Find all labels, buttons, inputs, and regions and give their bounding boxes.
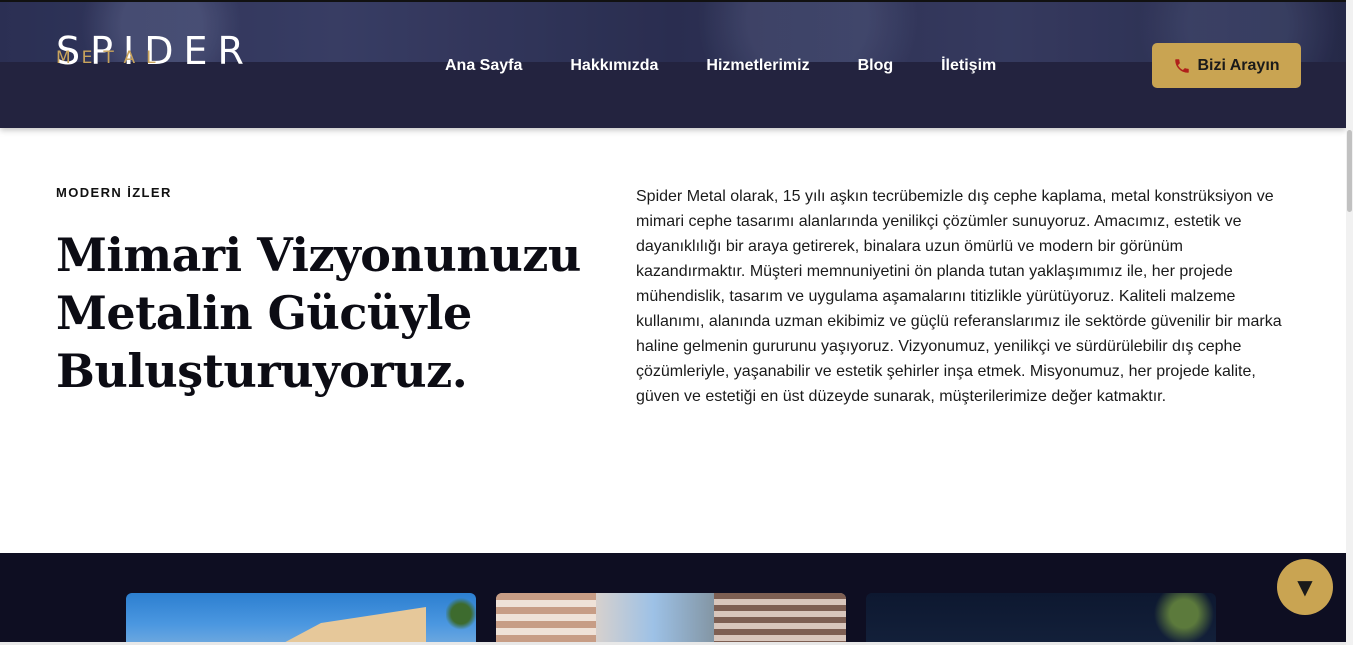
section-headline: Mimari Vizyonunuzu Metalin Gücüyle Buluş… xyxy=(56,226,581,400)
project-image-tree xyxy=(446,593,476,645)
headline-line-2: Metalin Gücüyle xyxy=(56,286,472,340)
project-image-building-right xyxy=(714,593,846,645)
nav-item-ana-sayfa[interactable]: Ana Sayfa xyxy=(445,55,522,77)
logo-sub-text: METAL xyxy=(56,48,167,68)
main-nav: Ana Sayfa Hakkımızda Hizmetlerimiz Blog … xyxy=(445,55,1044,77)
project-card-3[interactable] xyxy=(866,593,1216,645)
project-card-2[interactable] xyxy=(496,593,846,645)
project-card-1[interactable] xyxy=(126,593,476,645)
nav-item-hakkimizda[interactable]: Hakkımızda xyxy=(570,55,658,77)
scroll-down-button[interactable]: ▼ xyxy=(1277,559,1333,615)
nav-item-iletisim[interactable]: İletişim xyxy=(941,55,996,77)
call-us-button[interactable]: Bizi Arayın xyxy=(1152,43,1301,88)
top-edge xyxy=(0,0,1346,2)
scrollbar-thumb[interactable] xyxy=(1347,130,1352,212)
arrow-down-icon: ▼ xyxy=(1297,575,1313,599)
intro-paragraph: Spider Metal olarak, 15 yılı aşkın tecrü… xyxy=(636,188,1282,405)
page-scrollbar[interactable] xyxy=(1346,0,1353,645)
nav-item-blog[interactable]: Blog xyxy=(858,55,894,77)
project-image-building-left xyxy=(496,593,596,645)
call-us-label: Bizi Arayın xyxy=(1197,56,1280,74)
project-image-building xyxy=(276,607,426,645)
site-header: SPIDER METAL Ana Sayfa Hakkımızda Hizmet… xyxy=(0,0,1346,128)
project-image-tree xyxy=(1136,593,1216,645)
headline-line-1: Mimari Vizyonunuzu xyxy=(56,228,581,282)
phone-icon xyxy=(1175,58,1190,73)
nav-item-hizmetlerimiz[interactable]: Hizmetlerimiz xyxy=(706,55,809,77)
section-eyebrow: MODERN İZLER xyxy=(56,185,172,200)
headline-line-3: Buluşturuyoruz. xyxy=(56,344,468,398)
